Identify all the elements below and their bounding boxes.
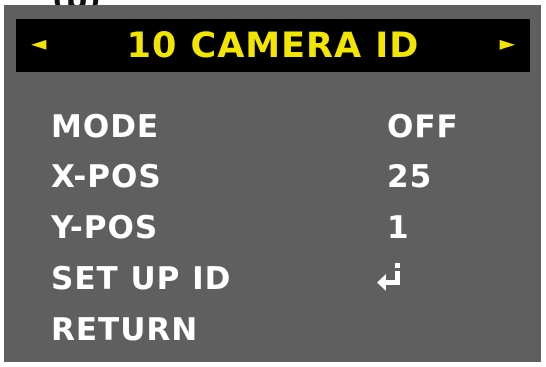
header-title: 10 CAMERA ID — [126, 26, 420, 66]
osd-menu-panel: ◄ 10 CAMERA ID ► MODE OFF X-POS 25 Y-POS… — [4, 5, 541, 362]
mode-value[interactable]: OFF — [387, 109, 459, 145]
x-pos-value[interactable]: 25 — [387, 159, 432, 195]
y-pos-value[interactable]: 1 — [387, 210, 410, 246]
right-arrow-icon[interactable]: ► — [500, 33, 515, 53]
mode-label[interactable]: MODE — [51, 109, 159, 145]
y-pos-label[interactable]: Y-POS — [51, 210, 158, 246]
x-pos-label[interactable]: X-POS — [51, 159, 162, 195]
return-label[interactable]: RETURN — [51, 312, 198, 348]
menu-header-bar: ◄ 10 CAMERA ID ► — [16, 19, 530, 72]
enter-return-icon[interactable] — [375, 263, 403, 293]
set-up-id-label[interactable]: SET UP ID — [51, 261, 231, 297]
